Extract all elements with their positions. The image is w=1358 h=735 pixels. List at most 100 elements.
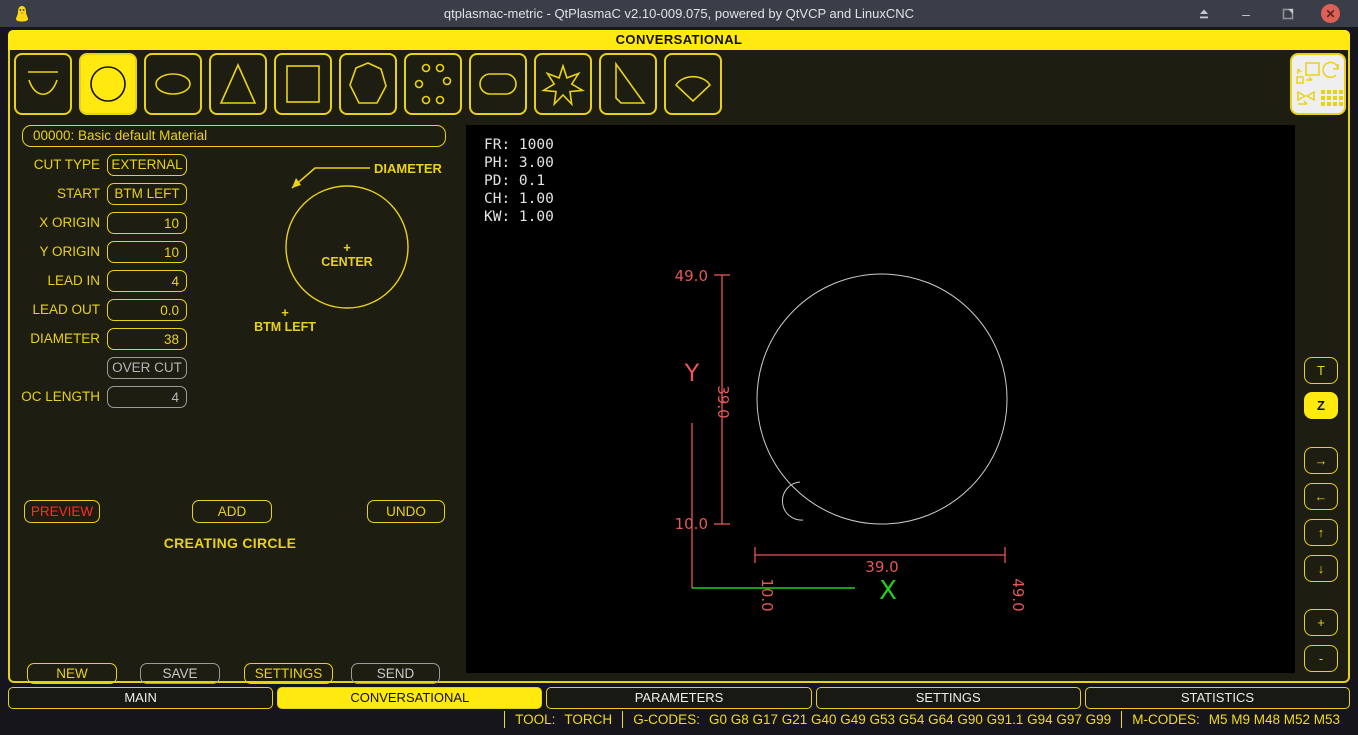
- pan-right-button[interactable]: →: [1304, 447, 1338, 474]
- diameter-arrowhead: [292, 178, 301, 188]
- start-label: START: [10, 183, 100, 205]
- shape-sector-button[interactable]: [664, 53, 722, 115]
- btm-left-diagram-label: BTM LEFT: [254, 320, 316, 334]
- dim-y-bottom: 10.0: [675, 515, 708, 533]
- material-selector[interactable]: 00000: Basic default Material: [22, 125, 446, 147]
- shape-triangle-button[interactable]: [209, 53, 267, 115]
- shade-window-icon[interactable]: [1195, 5, 1213, 23]
- mirror-icon: [1298, 92, 1314, 104]
- shape-bolt-circle-button[interactable]: [404, 53, 462, 115]
- oc-length-input[interactable]: [107, 386, 187, 408]
- mcodes-status: M-CODES: M5 M9 M48 M52 M53: [1121, 711, 1350, 728]
- oc-length-label: OC LENGTH: [10, 386, 100, 408]
- settings-button[interactable]: SETTINGS: [244, 663, 333, 684]
- undo-button[interactable]: UNDO: [367, 500, 445, 523]
- dim-x-span: 39.0: [865, 558, 898, 576]
- diameter-input[interactable]: [107, 328, 187, 350]
- statusbar: TOOL: TORCH G-CODES: G0 G8 G17 G21 G40 G…: [0, 710, 1350, 729]
- status-text: CREATING CIRCLE: [70, 535, 390, 551]
- view-z-button[interactable]: Z: [1304, 392, 1338, 419]
- mcodes-label: M-CODES:: [1132, 712, 1200, 727]
- zoom-out-button[interactable]: -: [1304, 645, 1338, 672]
- pan-up-button[interactable]: ↑: [1304, 519, 1338, 546]
- send-button[interactable]: SEND: [351, 663, 440, 684]
- window-title: qtplasmac-metric - QtPlasmaC v2.10-009.0…: [0, 6, 1358, 21]
- tab-statistics[interactable]: STATISTICS: [1085, 687, 1350, 709]
- sector-icon: [669, 58, 717, 110]
- array-icon: [1321, 90, 1343, 106]
- new-button[interactable]: NEW: [27, 663, 117, 684]
- tool-status: TOOL: TORCH: [504, 711, 622, 728]
- hud-line: PD: 0.1: [484, 173, 545, 189]
- shape-help-diagram: DIAMETER + CENTER + BTM LEFT: [250, 152, 462, 348]
- shape-polygon-button[interactable]: [339, 53, 397, 115]
- hud-line: KW: 1.00: [484, 209, 554, 225]
- save-button[interactable]: SAVE: [140, 663, 220, 684]
- pan-down-button[interactable]: ↓: [1304, 555, 1338, 582]
- center-marker: +: [343, 240, 351, 255]
- line-icon: [19, 58, 67, 110]
- lead-out-input[interactable]: [107, 299, 187, 321]
- tab-main[interactable]: MAIN: [8, 687, 273, 709]
- pan-left-button[interactable]: ←: [1304, 483, 1338, 510]
- dim-y-span: 39.0: [714, 385, 732, 418]
- shape-star-button[interactable]: [534, 53, 592, 115]
- close-window-icon[interactable]: ✕: [1321, 4, 1340, 23]
- lead-in-input[interactable]: [107, 270, 187, 292]
- window-controls: – ✕: [1195, 0, 1340, 27]
- hud-line: FR: 1000: [484, 137, 554, 153]
- view-top-button[interactable]: T: [1304, 357, 1338, 384]
- restore-window-icon[interactable]: [1279, 5, 1297, 23]
- shape-gusset-button[interactable]: [599, 53, 657, 115]
- y-origin-input[interactable]: [107, 241, 187, 263]
- diameter-leader-line: [292, 168, 370, 188]
- x-origin-label: X ORIGIN: [10, 212, 100, 234]
- shape-slot-button[interactable]: [469, 53, 527, 115]
- titlebar: qtplasmac-metric - QtPlasmaC v2.10-009.0…: [0, 0, 1358, 27]
- x-origin-input[interactable]: [107, 212, 187, 234]
- diameter-label: DIAMETER: [10, 328, 100, 350]
- tab-parameters[interactable]: PARAMETERS: [546, 687, 811, 709]
- cut-type-button[interactable]: EXTERNAL: [107, 154, 187, 176]
- minimize-window-icon[interactable]: –: [1237, 5, 1255, 23]
- gcode-preview-canvas[interactable]: FR: 1000 PH: 3.00 PD: 0.1 CH: 1.00 KW: 1…: [466, 125, 1295, 673]
- ellipse-icon: [149, 58, 197, 110]
- shape-rectangle-button[interactable]: [274, 53, 332, 115]
- shape-circle-button[interactable]: [79, 53, 137, 115]
- gcodes-label: G-CODES:: [633, 712, 700, 727]
- slot-icon: [474, 58, 522, 110]
- dim-y-top: 49.0: [675, 267, 708, 285]
- hud-line: PH: 3.00: [484, 155, 554, 171]
- lead-in-label: LEAD IN: [10, 270, 100, 292]
- dim-x-right: 49.0: [1009, 578, 1027, 611]
- lead-out-label: LEAD OUT: [10, 299, 100, 321]
- conversational-panel: CONVERSATIONAL: [8, 30, 1350, 683]
- shape-ellipse-button[interactable]: [144, 53, 202, 115]
- start-button[interactable]: BTM LEFT: [107, 183, 187, 205]
- zoom-in-button[interactable]: +: [1304, 609, 1338, 636]
- y-axis-label: Y: [684, 359, 700, 387]
- transform-tools-button[interactable]: [1290, 53, 1346, 115]
- scale-icon: [1297, 63, 1319, 83]
- y-origin-label: Y ORIGIN: [10, 241, 100, 263]
- triangle-icon: [214, 58, 262, 110]
- shape-line-button[interactable]: [14, 53, 72, 115]
- rotate-icon: [1323, 62, 1338, 77]
- add-button[interactable]: ADD: [192, 500, 272, 523]
- dim-x-left: 10.0: [758, 578, 776, 611]
- x-axis-label: X: [879, 576, 897, 606]
- btm-left-marker: +: [281, 305, 289, 320]
- tab-conversational[interactable]: CONVERSATIONAL: [277, 687, 542, 709]
- gcodes-value: G0 G8 G17 G21 G40 G49 G53 G54 G64 G90 G9…: [709, 712, 1111, 727]
- over-cut-button[interactable]: OVER CUT: [107, 357, 187, 379]
- star-icon: [539, 58, 587, 110]
- circle-icon: [84, 58, 132, 110]
- hud-line: CH: 1.00: [484, 191, 554, 207]
- preview-button[interactable]: PREVIEW: [24, 500, 100, 523]
- tab-settings[interactable]: SETTINGS: [816, 687, 1081, 709]
- tool-value: TORCH: [564, 712, 612, 727]
- rectangle-icon: [279, 58, 327, 110]
- polygon-icon: [344, 58, 392, 110]
- gusset-icon: [604, 58, 652, 110]
- cut-path-circle: [757, 274, 1007, 524]
